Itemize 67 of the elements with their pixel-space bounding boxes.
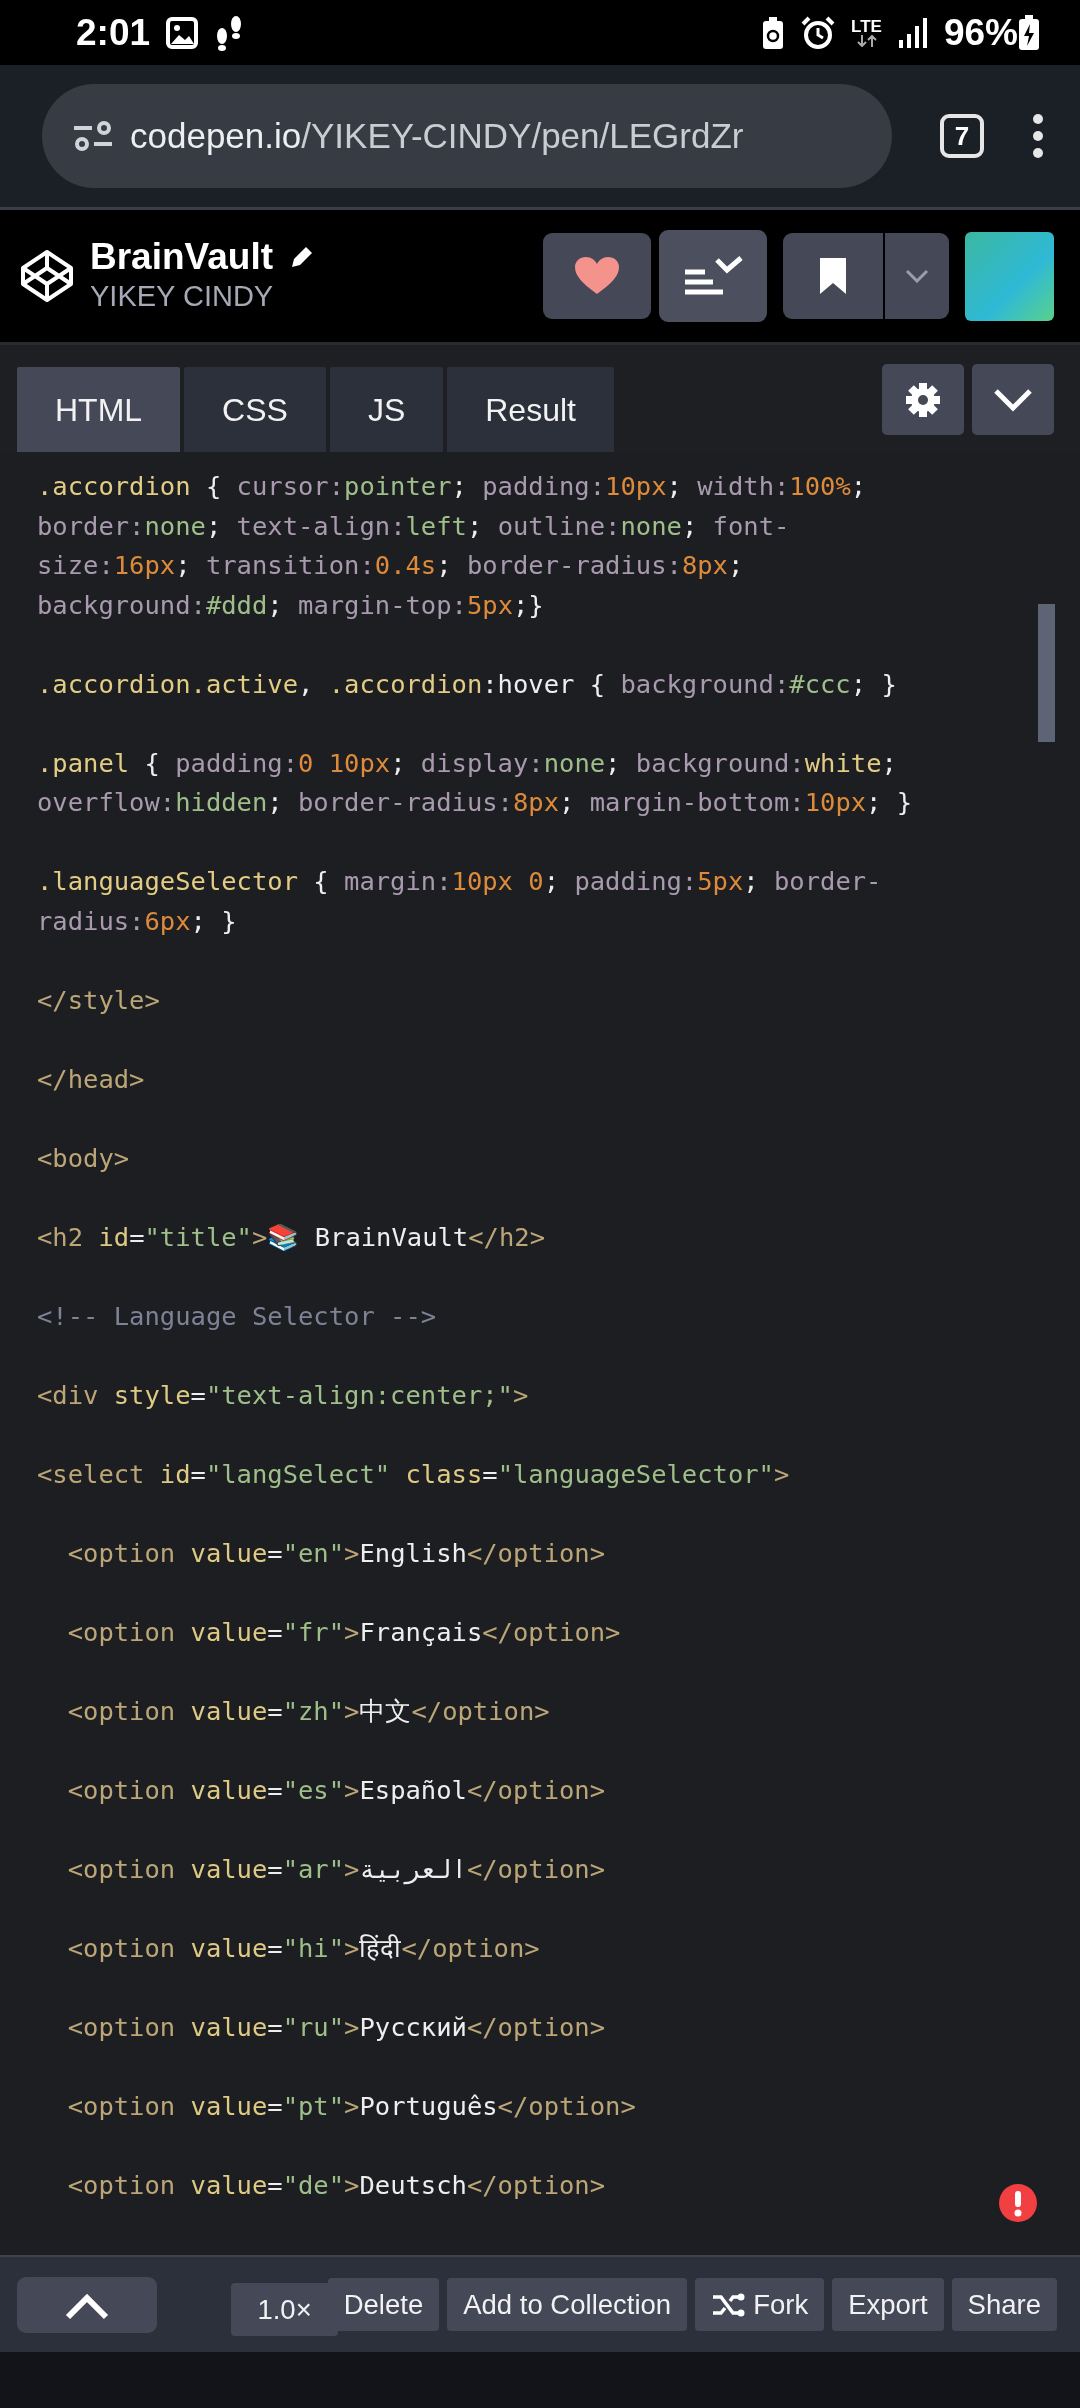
code-line: .accordion { cursor:pointer; padding:10px; width:100%; xyxy=(37,470,867,503)
site-settings-icon xyxy=(72,121,114,151)
code-line: </style> xyxy=(37,983,160,1017)
editor-tab[interactable]: HTML xyxy=(17,367,181,452)
scrollbar-thumb[interactable] xyxy=(1038,604,1055,742)
toolbar-button[interactable]: Export xyxy=(832,2278,944,2331)
scroll-up-button[interactable] xyxy=(17,2276,157,2333)
code-line: overflow:hidden; border-radius:8px; margin-bottom:10px; } xyxy=(37,786,913,819)
zoom-button[interactable]: 1.0× xyxy=(231,2283,338,2336)
url-bar[interactable]: codepen.io/YIKEY-CINDY/pen/LEGrdZr xyxy=(42,84,892,188)
bookmark-button[interactable] xyxy=(783,233,883,319)
like-button[interactable] xyxy=(543,233,651,319)
bookmark-icon xyxy=(818,256,848,296)
code-line: <option value="pt">Português</option> xyxy=(66,2089,636,2123)
battery-saver-icon xyxy=(761,15,786,50)
battery-percent: 96% xyxy=(943,10,1018,55)
code-line: <option value="de">Deutsch</option> xyxy=(66,2168,606,2202)
editor-tab[interactable]: Result xyxy=(447,367,614,452)
code-line: <body> xyxy=(37,1141,130,1175)
chevron-up-icon xyxy=(65,2293,109,2320)
collections-button[interactable] xyxy=(659,230,767,322)
code-line: border:none; text-align:left; outline:none; font- xyxy=(37,509,790,543)
chevron-down-icon xyxy=(993,387,1033,412)
code-line: radius:6px; } xyxy=(37,904,237,938)
pen-title: BrainVault xyxy=(90,236,273,278)
code-line: .panel { padding:0 10px; display:none; background:white; xyxy=(37,746,897,780)
code-line: <option value="hi">हिंदी</option> xyxy=(66,1931,540,1965)
toolbar-button[interactable]: Add to Collection xyxy=(447,2278,688,2331)
code-line: <option value="es">Español</option> xyxy=(66,1773,606,1807)
image-icon xyxy=(166,16,199,49)
code-line: size:16px; transition:0.4s; border-radius:8px; xyxy=(37,549,744,582)
code-line: .languageSelector { margin:10px 0; padding:5px; border- xyxy=(37,865,882,898)
code-line: <select id="langSelect" class="languageSelector"> xyxy=(37,1457,790,1491)
battery-charging-icon xyxy=(1018,14,1040,51)
more-menu-icon[interactable] xyxy=(1032,113,1044,159)
code-line: <h2 id="title">📚 BrainVault</h2> xyxy=(37,1220,545,1254)
code-line: <option value="zh">中文</option> xyxy=(66,1694,550,1728)
signal-icon xyxy=(897,17,928,48)
editor-tab[interactable]: JS xyxy=(329,367,444,452)
url-text: codepen.io/YIKEY-CINDY/pen/LEGrdZr xyxy=(130,114,744,157)
collapse-button[interactable] xyxy=(972,364,1054,435)
code-line: <div style="text-align:center;"> xyxy=(37,1378,529,1412)
toolbar-button[interactable]: Delete xyxy=(327,2278,440,2331)
error-icon[interactable] xyxy=(998,2183,1038,2223)
code-line: <option value="en">English</option> xyxy=(66,1536,606,1570)
toolbar-button[interactable]: Fork xyxy=(695,2278,825,2331)
settings-icon xyxy=(905,381,941,418)
code-line: </head> xyxy=(37,1062,145,1096)
caret-icon xyxy=(905,269,929,283)
author-name[interactable]: YIKEY CINDY xyxy=(90,277,315,316)
alarm-icon xyxy=(801,15,836,50)
network-type: LTE xyxy=(851,18,882,35)
code-line: <option value="ru">Русский</option> xyxy=(66,2010,606,2044)
codepen-logo-icon xyxy=(20,249,74,303)
editor-tab[interactable]: CSS xyxy=(184,367,326,452)
fork-icon xyxy=(711,2291,746,2318)
code-line: background:#ddd; margin-top:5px;} xyxy=(37,588,544,622)
heart-icon xyxy=(574,256,620,296)
data-arrows-icon xyxy=(855,35,878,47)
settings-button[interactable] xyxy=(882,364,964,435)
code-line: <!-- Language Selector --> xyxy=(37,1299,437,1333)
clock-time: 2:01 xyxy=(76,10,151,55)
code-line: .accordion.active, .accordion:hover { background:#ccc; } xyxy=(37,667,897,701)
list-check-icon xyxy=(683,256,743,296)
code-line: <option value="fr">Français</option> xyxy=(66,1615,621,1649)
tab-count-button[interactable]: 7 xyxy=(940,114,984,158)
toolbar-button[interactable]: Share xyxy=(951,2278,1057,2331)
